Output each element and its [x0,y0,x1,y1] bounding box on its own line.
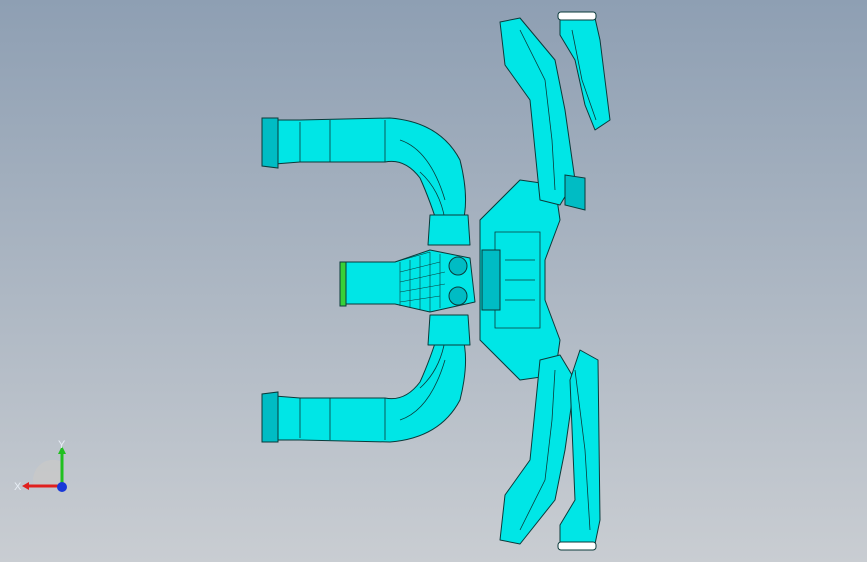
lower-right-duct[interactable] [499,349,601,551]
x-axis-arrow [22,482,29,490]
z-axis [57,482,67,492]
triad-plane [33,459,62,486]
x-axis-label: X [14,481,22,493]
center-inlet[interactable] [339,249,476,313]
upper-right-duct[interactable] [499,11,611,211]
upper-left-duct[interactable] [261,117,471,246]
lower-left-duct[interactable] [261,314,471,443]
axis-triad: X Y [14,440,67,493]
duct-assembly-model[interactable] [0,0,867,562]
y-axis-label: Y [58,440,66,451]
central-plenum[interactable] [479,179,561,381]
graphics-viewport[interactable]: X Y [0,0,867,562]
